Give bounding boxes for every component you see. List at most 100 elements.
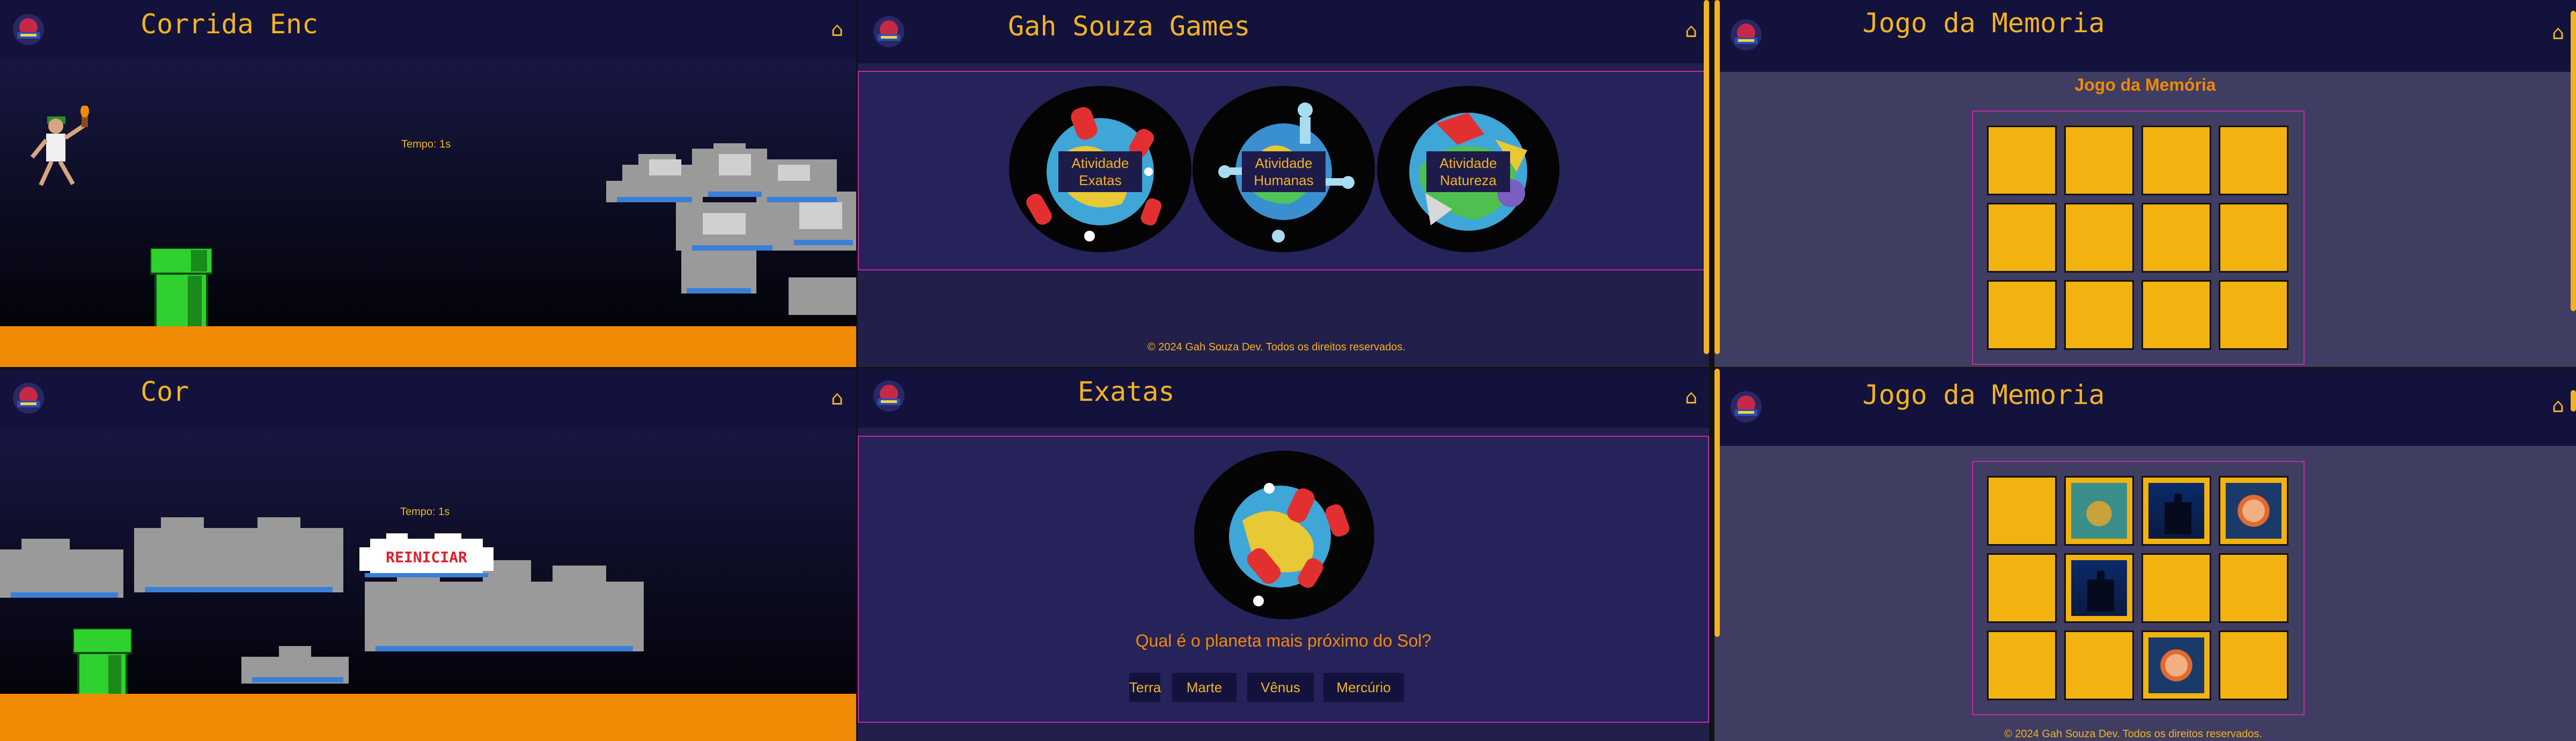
restart-button[interactable]: REINICIAR xyxy=(359,533,494,583)
scrollbar[interactable] xyxy=(2571,390,2576,412)
memory-game-window-top: Jogo da Memoria ⌂ Jogo da Memória xyxy=(1714,0,2576,367)
scrollbar-left[interactable] xyxy=(1714,369,1720,637)
header: Exatas ⌂ xyxy=(858,369,1709,428)
runner-character xyxy=(30,106,89,186)
memory-card[interactable] xyxy=(2219,203,2288,273)
quiz-container: Qual é o planeta mais próximo do Sol? Te… xyxy=(858,436,1709,723)
question-text: Qual é o planeta mais próximo do Sol? xyxy=(1135,631,1432,650)
card-label: Atividade Natureza xyxy=(1426,151,1510,192)
game-canvas[interactable]: Tempo: 1s xyxy=(0,60,856,367)
card-label: Atividade Humanas xyxy=(1242,151,1326,192)
exatas-quiz-window: Exatas ⌂ Qual é o planeta mais próximo d… xyxy=(858,369,1709,741)
header: Cor ⌂ xyxy=(0,369,856,429)
memory-card[interactable] xyxy=(2219,630,2288,700)
memory-card[interactable] xyxy=(2064,630,2134,700)
answer-button-terra[interactable]: Terra xyxy=(1129,673,1161,702)
answer-button-mercurio[interactable]: Mercúrio xyxy=(1323,673,1404,702)
gah-souza-logo-icon[interactable] xyxy=(1729,390,1763,423)
gah-souza-logo-icon[interactable] xyxy=(12,381,45,415)
memory-card[interactable] xyxy=(1987,476,2057,546)
games-menu-window: Gah Souza Games ⌂ Atividade Exatas Ativi… xyxy=(858,0,1709,367)
activity-menu: Atividade Exatas Atividade Humanas Ativi… xyxy=(858,71,1709,270)
memory-board xyxy=(1972,461,2305,715)
header: Gah Souza Games ⌂ xyxy=(858,0,1709,63)
page-title: Jogo da Memoria xyxy=(1863,379,2105,410)
scrollbar[interactable] xyxy=(1704,0,1709,354)
answer-button-venus[interactable]: Vênus xyxy=(1247,673,1314,702)
home-icon[interactable]: ⌂ xyxy=(831,20,843,40)
memory-card-revealed[interactable] xyxy=(2141,476,2211,546)
memory-card-revealed[interactable] xyxy=(2141,630,2211,700)
card-label-line1: Atividade xyxy=(1255,155,1313,171)
timer-text: Tempo: 1s xyxy=(401,138,451,150)
gah-souza-logo-icon[interactable] xyxy=(12,13,45,46)
scrollbar[interactable] xyxy=(2571,11,2576,311)
answer-button-marte[interactable]: Marte xyxy=(1172,673,1237,702)
memory-game-window-bottom: Jogo da Memoria ⌂ © 2024 Gah Souza Dev. … xyxy=(1714,369,2576,741)
home-icon[interactable]: ⌂ xyxy=(1685,21,1697,41)
home-icon[interactable]: ⌂ xyxy=(2552,24,2564,43)
card-exatas[interactable]: Atividade Exatas xyxy=(1009,86,1191,252)
castle-image xyxy=(2071,560,2127,616)
memory-card[interactable] xyxy=(2219,280,2288,350)
page-title: Corrida Enc xyxy=(141,9,319,40)
memory-card-revealed[interactable] xyxy=(2219,476,2288,546)
home-icon[interactable]: ⌂ xyxy=(1685,388,1697,407)
card-label-line2: Natureza xyxy=(1440,172,1497,188)
card-label-line1: Atividade xyxy=(1439,155,1497,171)
memory-card[interactable] xyxy=(1987,280,2057,350)
memory-card[interactable] xyxy=(2141,553,2211,623)
castle-image xyxy=(2148,483,2204,539)
footer-text: © 2024 Gah Souza Dev. Todos os direitos … xyxy=(2004,728,2262,740)
memory-card[interactable] xyxy=(2141,203,2211,273)
page-title: Cor xyxy=(141,376,189,407)
page-title: Jogo da Memoria xyxy=(1863,8,2105,39)
home-icon[interactable]: ⌂ xyxy=(2552,397,2564,416)
fish-image xyxy=(2226,483,2281,539)
ground xyxy=(0,694,856,741)
memory-card[interactable] xyxy=(2064,280,2134,350)
memory-card[interactable] xyxy=(2219,553,2288,623)
cloud-cluster xyxy=(606,143,856,315)
home-icon[interactable]: ⌂ xyxy=(831,389,843,408)
memory-card-revealed[interactable] xyxy=(2064,476,2134,546)
runner-game-window-top: Corrida Enc ⌂ Tempo: 1s xyxy=(0,0,856,367)
memory-card[interactable] xyxy=(2141,126,2211,195)
game-canvas[interactable]: Tempo: 1s REINICIAR xyxy=(0,429,856,741)
memory-card[interactable] xyxy=(2141,280,2211,350)
timer-text: Tempo: 1s xyxy=(400,506,450,518)
memory-card[interactable] xyxy=(1987,553,2057,623)
ground xyxy=(0,326,856,367)
scrollbar-left[interactable] xyxy=(1714,0,1720,354)
green-pipe xyxy=(73,628,132,703)
card-natureza[interactable]: Atividade Natureza xyxy=(1377,86,1559,252)
card-label-line2: Humanas xyxy=(1254,172,1314,188)
memory-card[interactable] xyxy=(2064,126,2134,195)
card-label-line1: Atividade xyxy=(1071,155,1129,171)
memory-card[interactable] xyxy=(1987,126,2057,195)
runner-game-window-bottom: Cor ⌂ Tempo: 1s REINICIAR xyxy=(0,369,856,741)
footer-text: © 2024 Gah Souza Dev. Todos os direitos … xyxy=(1147,341,1405,353)
page-title: Gah Souza Games xyxy=(1008,11,1250,42)
memory-card[interactable] xyxy=(1987,630,2057,700)
exatas-globe-image xyxy=(1194,451,1374,619)
card-label: Atividade Exatas xyxy=(1058,151,1142,192)
memory-card[interactable] xyxy=(2064,203,2134,273)
memory-card[interactable] xyxy=(1987,203,2057,273)
gah-souza-logo-icon[interactable] xyxy=(872,15,906,48)
gah-souza-logo-icon[interactable] xyxy=(872,379,906,413)
fish-image xyxy=(2148,637,2204,693)
turtle-image xyxy=(2071,483,2127,539)
gah-souza-logo-icon[interactable] xyxy=(1729,18,1763,52)
header: Jogo da Memoria ⌂ xyxy=(1714,0,2576,72)
restart-label: REINICIAR xyxy=(386,548,467,566)
memory-card[interactable] xyxy=(2219,126,2288,195)
memory-card-revealed[interactable] xyxy=(2064,553,2134,623)
card-humanas[interactable]: Atividade Humanas xyxy=(1193,86,1375,252)
header: Corrida Enc ⌂ xyxy=(0,0,856,60)
header: Jogo da Memoria ⌂ xyxy=(1714,369,2576,446)
card-label-line2: Exatas xyxy=(1079,172,1122,188)
page-title: Exatas xyxy=(1078,376,1175,407)
memory-subtitle: Jogo da Memória xyxy=(2074,75,2216,94)
green-pipe xyxy=(150,248,212,328)
